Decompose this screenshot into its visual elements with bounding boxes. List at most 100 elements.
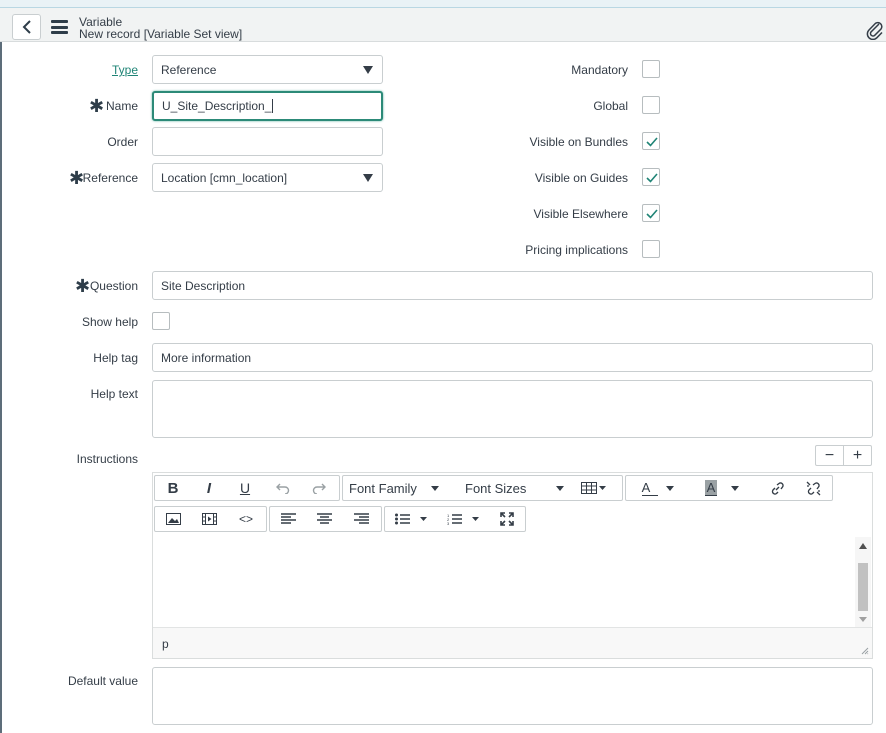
instructions-editor: B I U Font Family Font Sizes A A <> 1 2 … <box>152 472 873 659</box>
insert-video-button[interactable] <box>191 507 227 531</box>
help-tag-label: Help tag <box>93 351 138 365</box>
editor-toolbar: B I U Font Family Font Sizes A A <> 1 2 … <box>153 473 872 537</box>
form-header: Variable New record [Variable Set view] <box>0 8 886 42</box>
visible-guides-checkbox[interactable] <box>642 168 660 186</box>
caret-down-icon <box>598 486 606 490</box>
help-tag-input[interactable]: More information <box>152 343 873 372</box>
editor-scrollbar[interactable] <box>855 537 871 627</box>
insert-link-button[interactable] <box>762 476 792 500</box>
question-label: Question <box>89 279 138 293</box>
instructions-label: Instructions <box>76 452 138 466</box>
insert-table-button[interactable] <box>573 476 613 500</box>
font-sizes-select[interactable]: Font Sizes <box>465 476 565 500</box>
order-input[interactable] <box>152 127 383 156</box>
fullscreen-button[interactable] <box>491 507 523 531</box>
align-center-icon <box>316 513 332 524</box>
svg-text:3: 3 <box>447 521 450 525</box>
source-code-button[interactable]: <> <box>227 507 265 531</box>
back-button[interactable] <box>12 14 41 40</box>
background-color-icon: A <box>704 480 718 496</box>
bullet-list-button[interactable] <box>389 507 433 531</box>
editor-content-area[interactable] <box>153 537 855 627</box>
type-select[interactable]: Reference <box>152 55 383 84</box>
reference-select-value: Location [cmn_location] <box>161 170 288 185</box>
insert-image-button[interactable] <box>155 507 191 531</box>
fullscreen-icon <box>500 512 514 526</box>
global-label: Global <box>593 99 628 113</box>
insert-button-group: <> <box>154 506 267 532</box>
pricing-implications-checkbox[interactable] <box>642 240 660 258</box>
name-input[interactable]: U_Site_Description_ <box>152 91 383 121</box>
dropdown-arrow-icon <box>363 65 373 74</box>
redo-button[interactable] <box>301 476 337 500</box>
video-icon <box>201 513 217 525</box>
question-input[interactable]: Site Description <box>152 271 873 300</box>
editor-size-control: − + <box>815 445 872 466</box>
visible-bundles-checkbox[interactable] <box>642 132 660 150</box>
caret-down-icon <box>666 485 675 491</box>
remove-link-button[interactable] <box>798 476 828 500</box>
text-color-button[interactable]: A <box>632 476 684 500</box>
bold-button[interactable]: B <box>155 476 191 500</box>
align-left-button[interactable] <box>270 507 306 531</box>
scroll-up-icon <box>859 543 867 549</box>
background-color-button[interactable]: A <box>696 476 748 500</box>
font-family-select[interactable]: Font Family <box>349 476 455 500</box>
text-color-icon: A <box>641 480 659 496</box>
italic-button[interactable]: I <box>191 476 227 500</box>
redo-icon <box>312 483 326 494</box>
text-cursor <box>272 99 274 113</box>
scrollbar-thumb[interactable] <box>858 563 868 611</box>
help-text-textarea[interactable] <box>152 380 873 438</box>
global-checkbox[interactable] <box>642 96 660 114</box>
help-text-label: Help text <box>90 387 138 401</box>
align-right-button[interactable] <box>342 507 380 531</box>
resize-handle-icon[interactable] <box>861 647 869 655</box>
expand-editor-button[interactable]: + <box>844 446 871 465</box>
reference-label: Reference <box>82 171 138 185</box>
font-button-group: Font Family Font Sizes <box>342 475 623 501</box>
unlink-icon <box>806 481 820 495</box>
font-family-label: Font Family <box>349 480 417 496</box>
visible-guides-label: Visible on Guides <box>534 171 628 185</box>
list-button-group: 123 <box>384 506 526 532</box>
dropdown-arrow-icon <box>363 173 373 182</box>
numbered-list-icon: 123 <box>447 513 462 525</box>
align-right-icon <box>353 513 369 524</box>
paperclip-icon[interactable] <box>866 20 884 40</box>
bullet-list-icon <box>395 513 410 525</box>
type-label[interactable]: Type <box>112 63 138 77</box>
visible-elsewhere-label: Visible Elsewhere <box>533 207 629 221</box>
caret-down-icon <box>420 517 427 521</box>
default-value-label: Default value <box>67 674 138 688</box>
align-center-button[interactable] <box>306 507 342 531</box>
element-path: p <box>162 637 169 651</box>
visible-elsewhere-checkbox[interactable] <box>642 204 660 222</box>
type-select-value: Reference <box>161 62 217 77</box>
undo-button[interactable] <box>265 476 301 500</box>
mandatory-checkbox[interactable] <box>642 60 660 78</box>
record-subtitle: New record [Variable Set view] <box>79 27 243 41</box>
align-left-icon <box>280 513 296 524</box>
editor-status-bar: p <box>153 627 872 658</box>
mandatory-label: Mandatory <box>571 63 628 77</box>
numbered-list-button[interactable]: 123 <box>441 507 485 531</box>
name-input-value: U_Site_Description_ <box>162 99 272 113</box>
checkmark-icon <box>646 173 658 183</box>
reference-select[interactable]: Location [cmn_location] <box>152 163 383 192</box>
order-label: Order <box>107 135 138 149</box>
table-icon <box>580 482 597 494</box>
hamburger-menu-icon[interactable] <box>51 20 68 34</box>
show-help-label: Show help <box>81 315 138 329</box>
underline-button[interactable]: U <box>227 476 263 500</box>
visible-bundles-label: Visible on Bundles <box>529 135 628 149</box>
caret-down-icon <box>556 485 565 491</box>
default-value-textarea[interactable] <box>152 667 873 725</box>
scroll-down-icon <box>859 617 867 622</box>
question-input-value: Site Description <box>161 278 246 293</box>
show-help-checkbox[interactable] <box>152 312 170 330</box>
shrink-editor-button[interactable]: − <box>816 446 844 465</box>
undo-icon <box>276 483 290 494</box>
help-tag-input-value: More information <box>161 350 252 365</box>
alignment-button-group <box>269 506 382 532</box>
